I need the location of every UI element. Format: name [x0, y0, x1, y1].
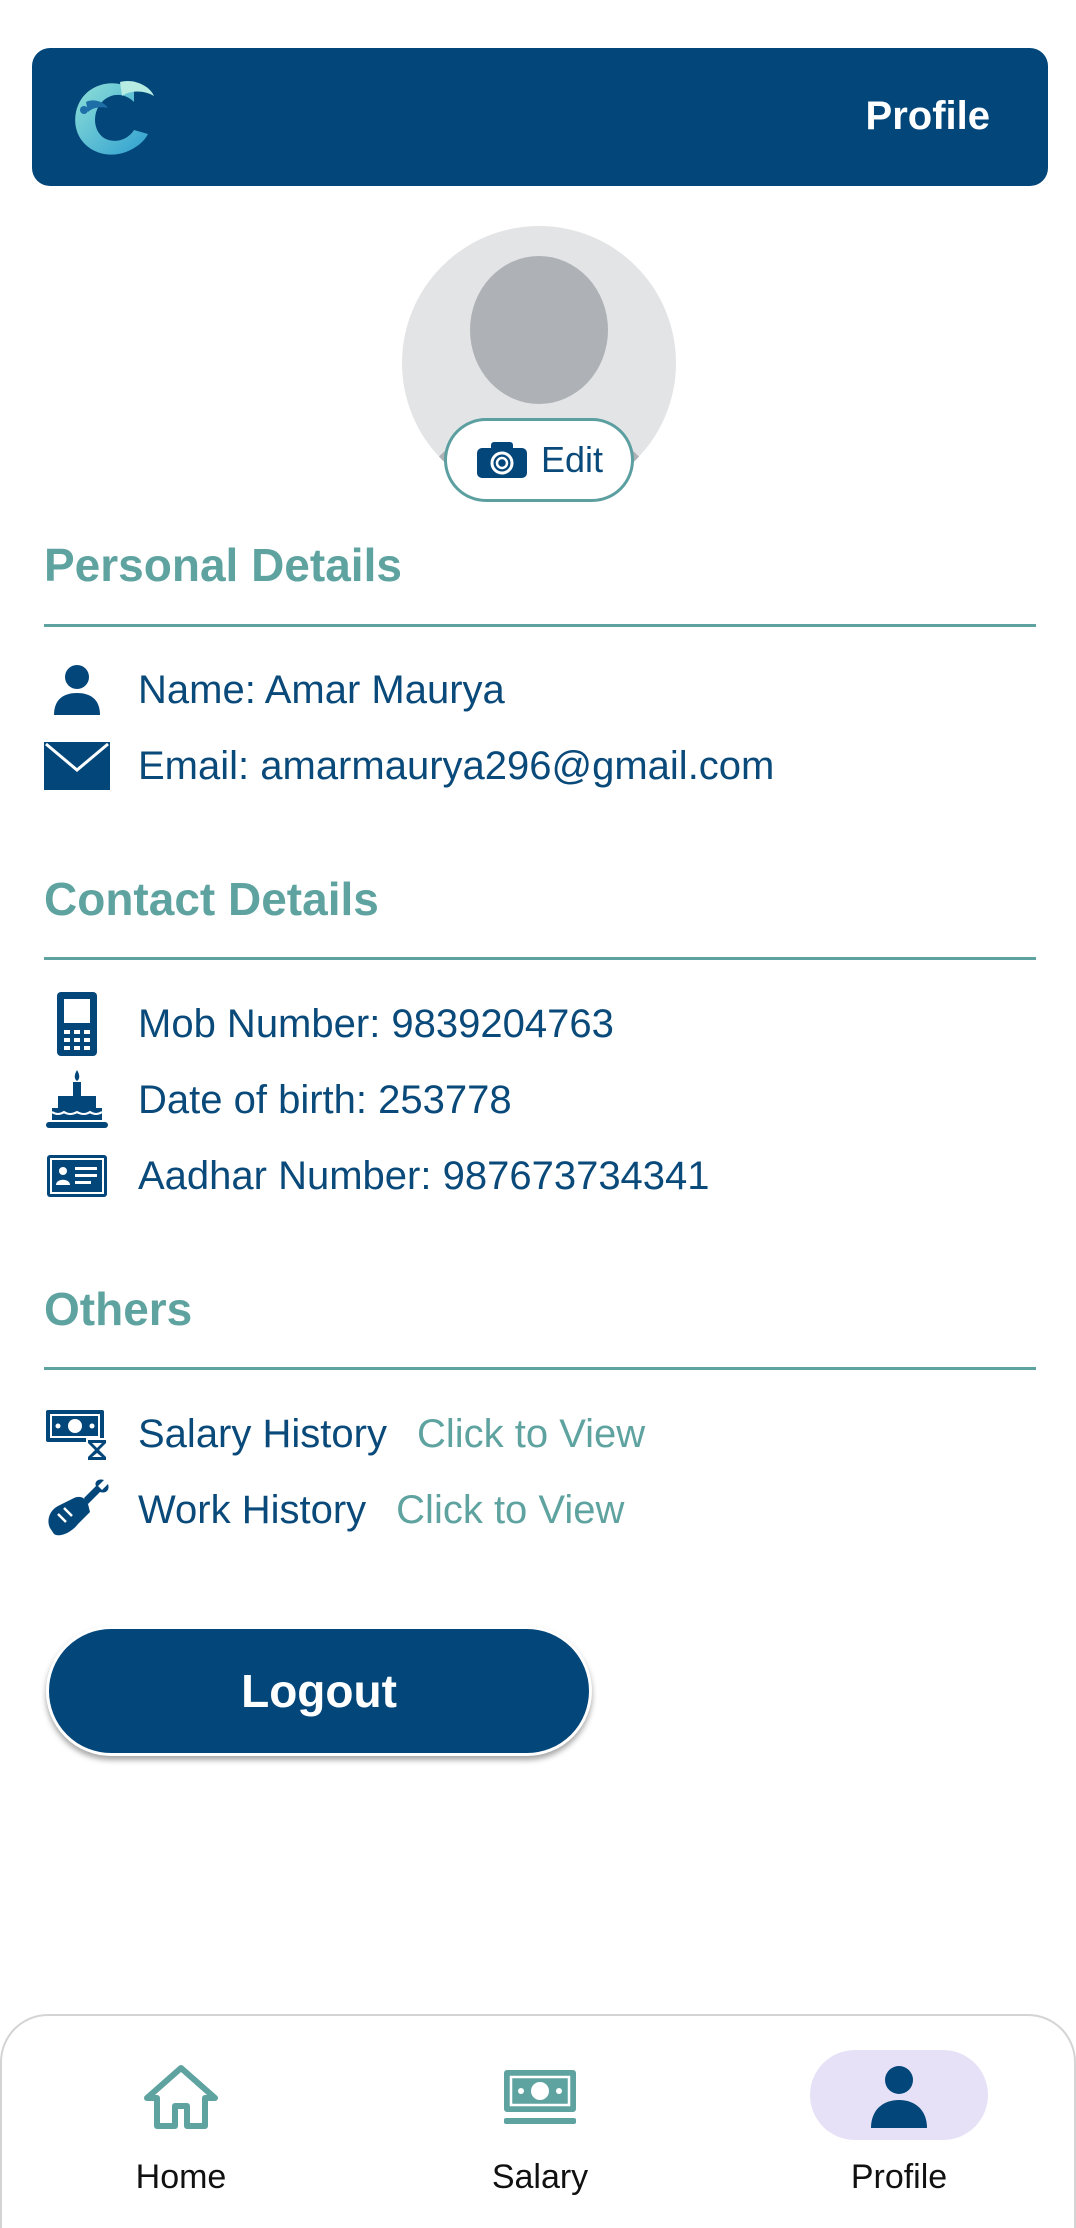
- app-bar: Profile: [32, 48, 1048, 186]
- mobile-row: Mob Number: 9839204763: [44, 992, 614, 1056]
- camera-icon: [476, 442, 527, 478]
- name-text: Name: Amar Maurya: [138, 667, 505, 712]
- contact-details-title: Contact Details: [44, 873, 379, 925]
- aadhar-row: Aadhar Number: 987673734341: [44, 1144, 710, 1208]
- others-title: Others: [44, 1283, 193, 1335]
- salary-history-link[interactable]: Click to View: [417, 1412, 645, 1457]
- divider: [44, 624, 1036, 627]
- name-row: Name: Amar Maurya: [44, 658, 505, 722]
- app-logo-icon: [75, 80, 154, 155]
- home-icon: [144, 2065, 218, 2129]
- money-icon: [504, 2070, 576, 2124]
- dob-text: Date of birth: 253778: [138, 1077, 512, 1122]
- nav-item-profile[interactable]: Profile: [720, 2016, 1076, 2228]
- dob-row: Date of birth: 253778: [44, 1068, 512, 1132]
- nav-item-home[interactable]: Home: [2, 2016, 360, 2228]
- divider: [44, 957, 1036, 960]
- mobile-phone-icon: [57, 992, 97, 1056]
- personal-details-title: Personal Details: [44, 539, 402, 591]
- person-icon: [54, 665, 100, 715]
- work-history-row: Work History Click to View: [44, 1478, 624, 1542]
- nav-label-home: Home: [135, 2158, 227, 2196]
- salary-history-row: Salary History Click to View: [44, 1402, 645, 1466]
- nav-label-profile: Profile: [850, 2158, 948, 2196]
- bottom-nav: Home Salary Profile: [0, 2014, 1076, 2228]
- salary-history-label: Salary History: [138, 1411, 387, 1456]
- page-title: Profile: [865, 94, 990, 138]
- salary-history-icon: [46, 1410, 108, 1460]
- person-icon: [871, 2066, 927, 2128]
- birthday-cake-icon: [46, 1070, 108, 1128]
- logout-label: Logout: [241, 1665, 397, 1717]
- nav-label-salary: Salary: [491, 2158, 589, 2196]
- email-text: Email: amarmaurya296@gmail.com: [138, 743, 775, 788]
- mobile-text: Mob Number: 9839204763: [138, 1001, 614, 1046]
- id-card-icon: [47, 1155, 107, 1197]
- work-history-link[interactable]: Click to View: [396, 1488, 624, 1533]
- envelope-icon: [44, 742, 110, 790]
- divider: [44, 1367, 1036, 1370]
- work-history-label: Work History: [138, 1487, 367, 1532]
- aadhar-text: Aadhar Number: 987673734341: [138, 1153, 710, 1198]
- logout-button[interactable]: Logout: [46, 1626, 592, 1756]
- nav-item-salary[interactable]: Salary: [361, 2016, 719, 2228]
- email-row: Email: amarmaurya296@gmail.com: [44, 734, 774, 798]
- edit-avatar-button[interactable]: Edit: [444, 418, 634, 502]
- work-history-icon: [48, 1479, 109, 1536]
- edit-label: Edit: [540, 439, 604, 480]
